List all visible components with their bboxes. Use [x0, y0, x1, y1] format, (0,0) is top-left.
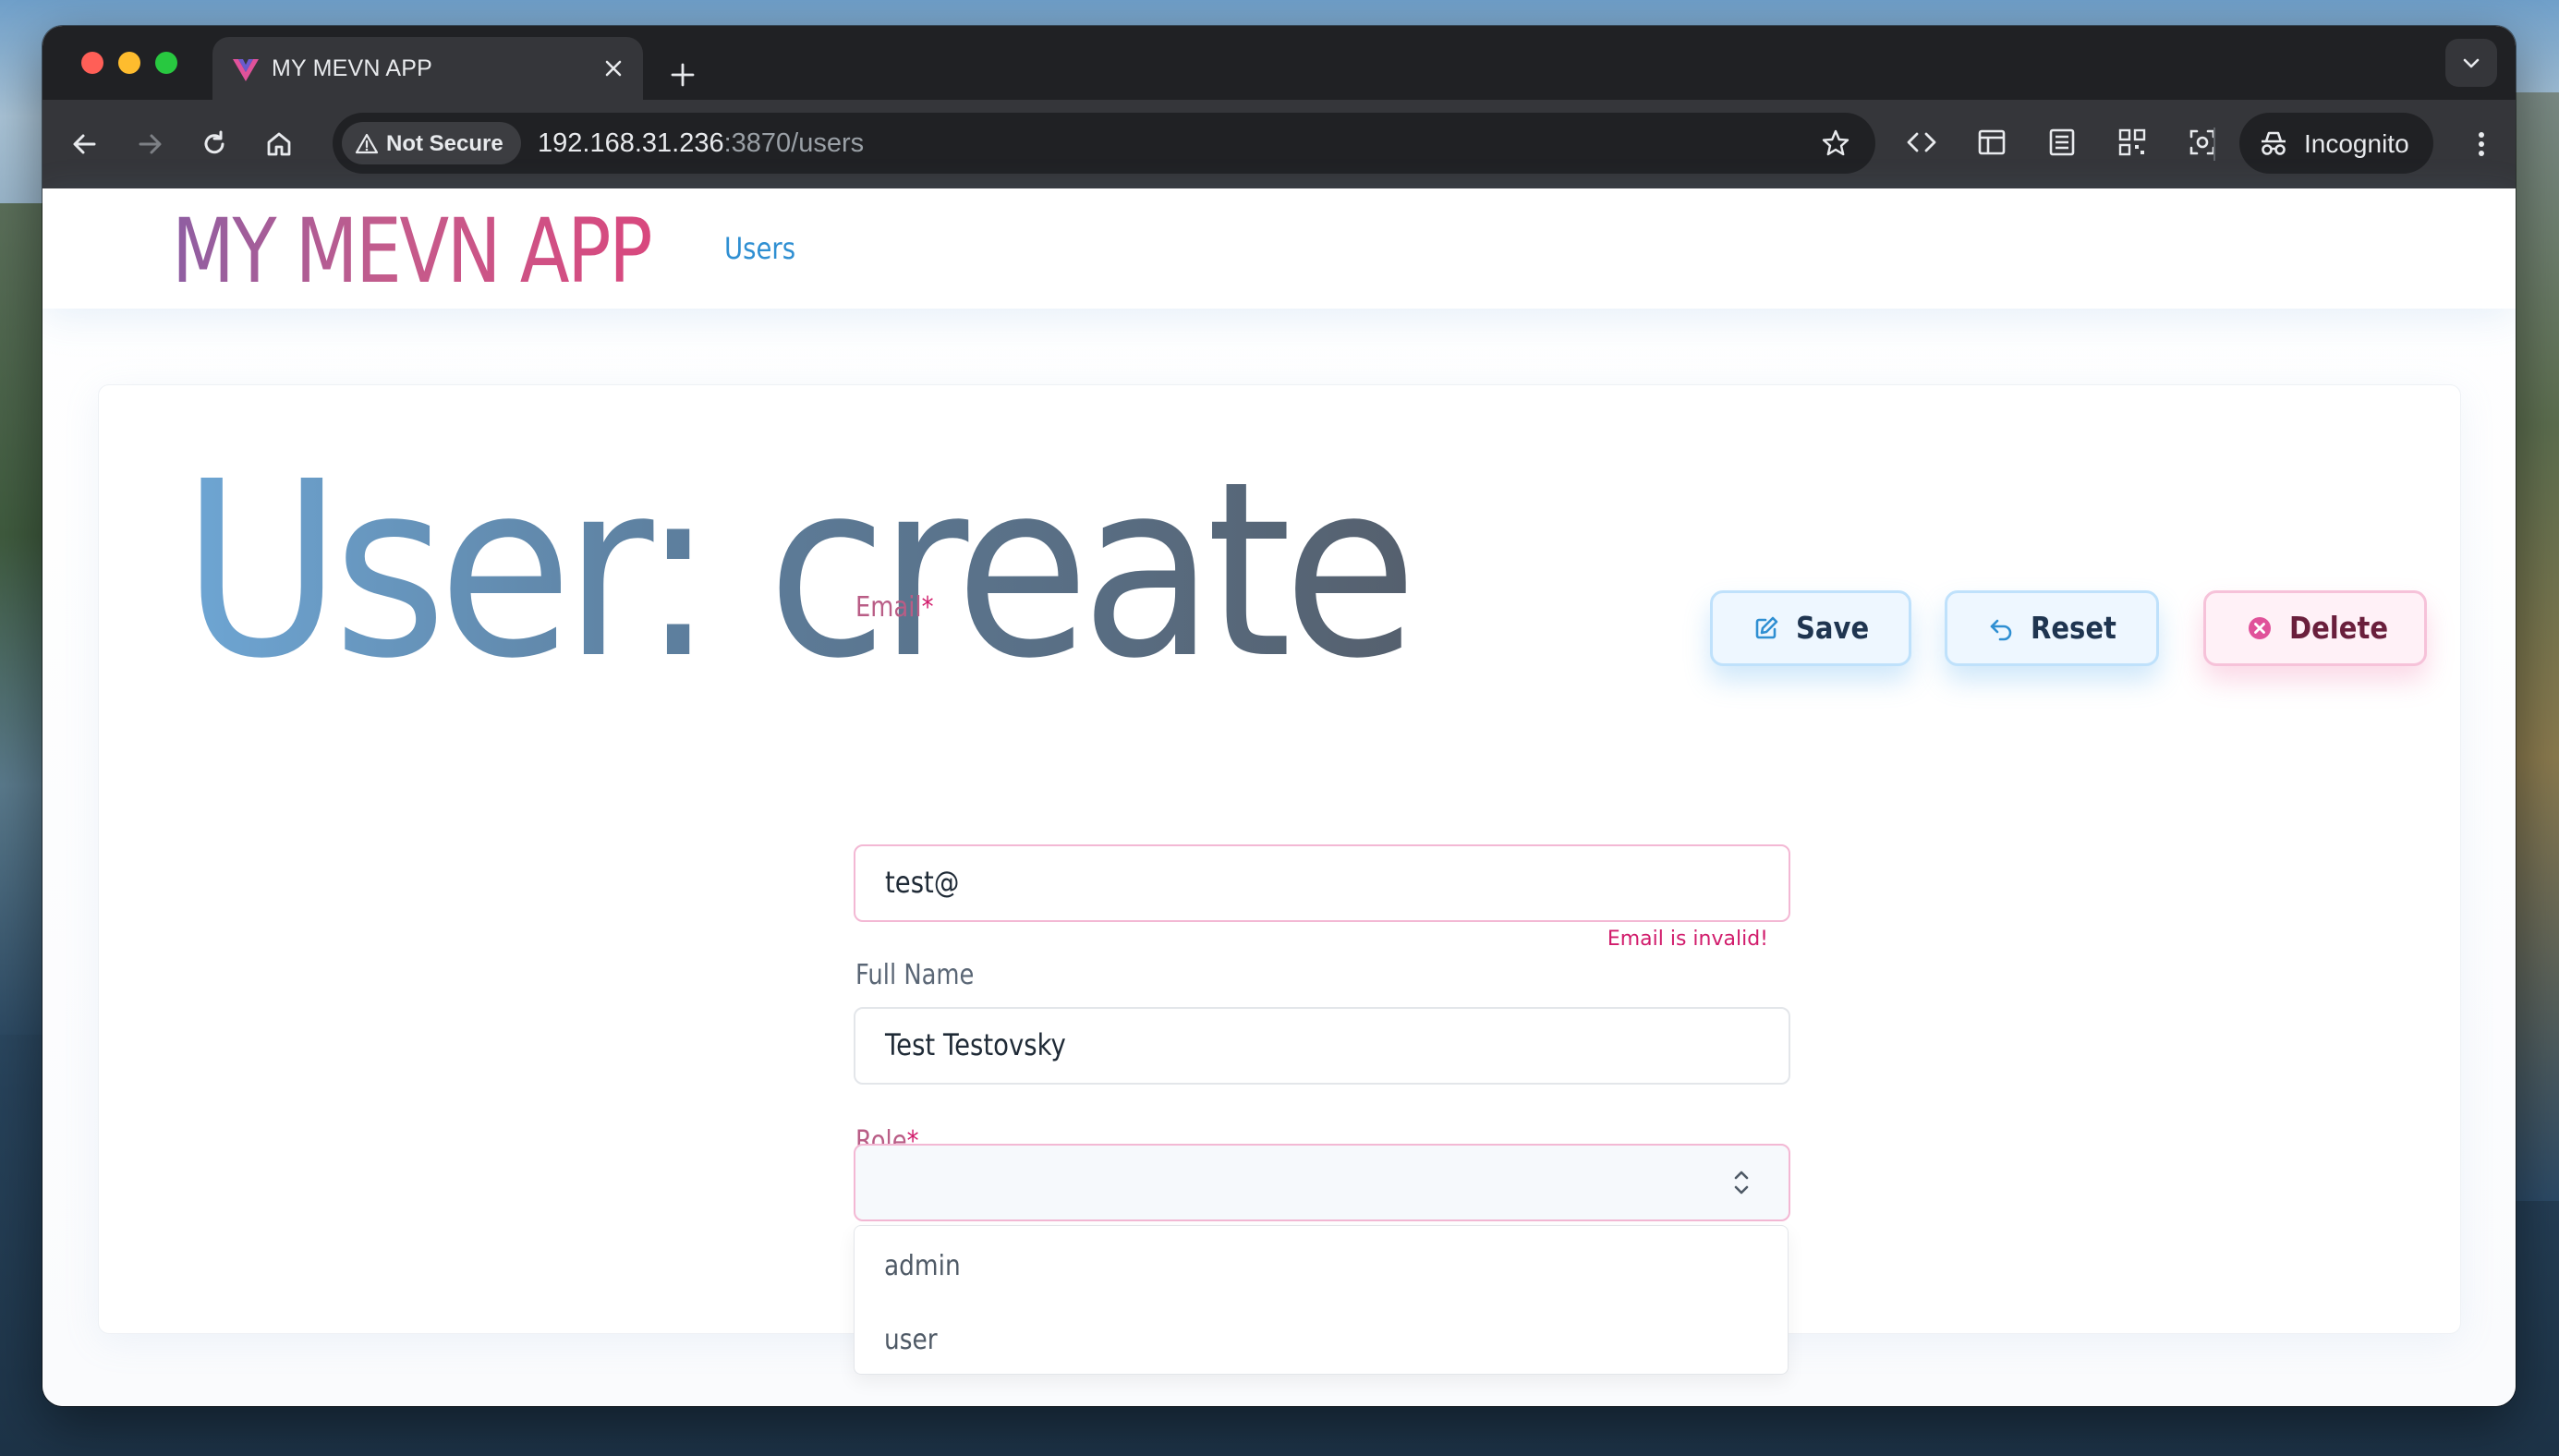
qr-code-icon[interactable]: [2114, 124, 2151, 161]
browser-window: MY MEVN APP Not Secure 192.168.31.236:38…: [42, 26, 2516, 1406]
tab-search-button[interactable]: [2445, 39, 2497, 87]
incognito-chip[interactable]: Incognito: [2239, 113, 2433, 174]
tab-strip: MY MEVN APP: [42, 26, 2516, 100]
close-window-button[interactable]: [81, 52, 103, 74]
close-icon[interactable]: [600, 55, 626, 81]
browser-toolbar: Not Secure 192.168.31.236:3870/users Inc…: [42, 100, 2516, 188]
full-name-field[interactable]: Test Testovsky: [854, 1007, 1790, 1085]
url-text: 192.168.31.236:3870/users: [538, 128, 864, 159]
undo-arrow-icon: [1990, 619, 2012, 641]
nav-link-users[interactable]: Users: [724, 231, 795, 266]
reset-button[interactable]: Reset: [1945, 590, 2159, 666]
edit-icon: [1755, 616, 1778, 639]
warning-triangle-icon: [355, 133, 379, 154]
save-button-label: Save: [1796, 610, 1870, 646]
minimize-window-button[interactable]: [118, 52, 140, 74]
email-label: Email*: [855, 591, 933, 624]
forward-arrow-icon[interactable]: [131, 126, 168, 163]
security-label: Not Secure: [386, 131, 503, 156]
plus-icon[interactable]: [669, 61, 697, 89]
tab-title: MY MEVN APP: [272, 55, 433, 81]
back-arrow-icon[interactable]: [67, 126, 103, 163]
app-logo[interactable]: MY MEVN APP: [172, 200, 653, 303]
chevron-down-icon: [2463, 58, 2480, 68]
save-button[interactable]: Save: [1710, 590, 1911, 666]
reload-icon[interactable]: [196, 126, 233, 163]
incognito-icon: [2262, 131, 2286, 155]
email-error-message: Email is invalid!: [1607, 928, 1768, 951]
code-brackets-icon[interactable]: [1903, 124, 1940, 161]
page-title: User: create: [182, 430, 1417, 711]
role-select[interactable]: [854, 1144, 1790, 1221]
full-name-value: Test Testovsky: [885, 1027, 1066, 1062]
email-value: test@: [885, 865, 960, 900]
role-option-user[interactable]: user: [884, 1324, 938, 1356]
incognito-label: Incognito: [2304, 129, 2409, 158]
delete-button[interactable]: Delete: [2203, 590, 2427, 666]
email-label-text: Email: [855, 591, 922, 624]
close-circle-icon: [2249, 617, 2271, 639]
tab-active[interactable]: MY MEVN APP: [212, 37, 643, 100]
full-name-label: Full Name: [855, 959, 975, 991]
site-security-chip[interactable]: Not Secure: [342, 122, 521, 164]
home-icon[interactable]: [261, 126, 297, 163]
toolbar-divider: [2213, 127, 2215, 161]
more-vertical-icon[interactable]: [2463, 126, 2500, 163]
url-path: :3870/users: [723, 128, 865, 158]
delete-button-label: Delete: [2289, 610, 2389, 646]
url-host: 192.168.31.236: [538, 128, 724, 158]
role-option-admin[interactable]: admin: [884, 1250, 961, 1282]
vue-logo-icon: [233, 59, 259, 81]
reader-list-icon[interactable]: [2044, 124, 2080, 161]
maximize-window-button[interactable]: [155, 52, 177, 74]
table-layout-icon[interactable]: [1973, 124, 2010, 161]
role-dropdown-list: admin user: [854, 1225, 1789, 1375]
required-mark: *: [921, 591, 934, 624]
address-bar[interactable]: Not Secure 192.168.31.236:3870/users: [333, 113, 1875, 174]
bookmark-star-icon[interactable]: [1820, 127, 1851, 159]
page-viewport: MY MEVN APP Users User: create Save Rese…: [42, 188, 2516, 1406]
reset-button-label: Reset: [2031, 610, 2116, 646]
app-header: MY MEVN APP Users: [42, 188, 2516, 309]
email-field[interactable]: test@: [854, 844, 1790, 922]
screenshot-lens-icon[interactable]: [2184, 124, 2221, 161]
chevron-up-down-icon: [1734, 1171, 1749, 1195]
